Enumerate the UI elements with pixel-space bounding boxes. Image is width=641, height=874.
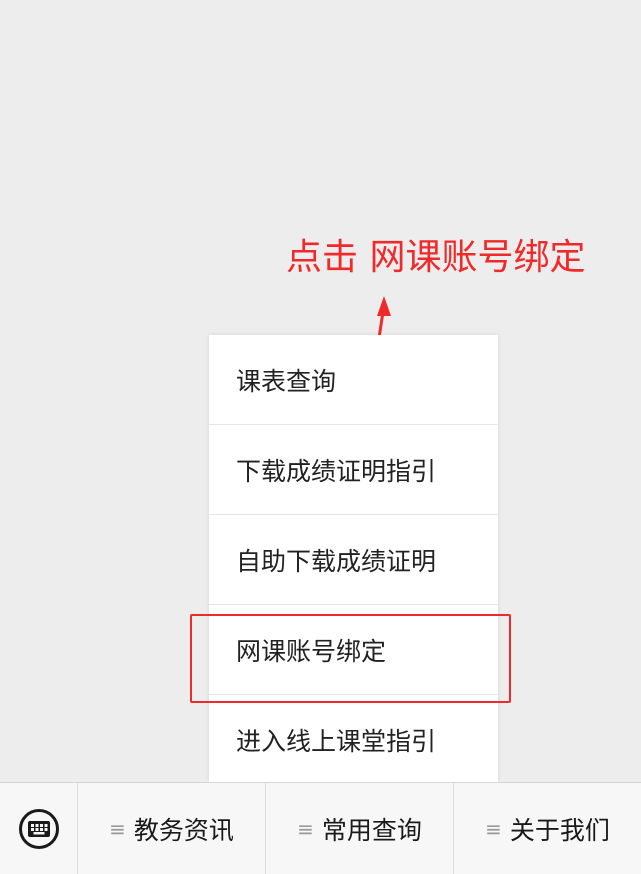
keyboard-toggle-button[interactable]	[0, 783, 78, 874]
submenu-popup: 课表查询 下载成绩证明指引 自助下载成绩证明 网课账号绑定 进入线上课堂指引	[209, 335, 498, 782]
bottom-menu-bar: ≡ 教务资讯 ≡ 常用查询 ≡ 关于我们	[0, 782, 641, 874]
tab-label: 教务资讯	[133, 815, 234, 845]
menu-lines-icon: ≡	[485, 816, 502, 841]
tab-label: 常用查询	[321, 815, 422, 845]
menu-item-transcript-guide[interactable]: 下载成绩证明指引	[209, 425, 498, 515]
menu-item-schedule-query[interactable]: 课表查询	[209, 335, 498, 425]
menu-item-transcript-download[interactable]: 自助下载成绩证明	[209, 515, 498, 605]
annotation-label: 点击 网课账号绑定	[286, 237, 586, 278]
menu-item-online-account-binding[interactable]: 网课账号绑定	[209, 605, 498, 695]
tab-common-query[interactable]: ≡ 常用查询	[265, 783, 453, 874]
tab-academic-news[interactable]: ≡ 教务资讯	[78, 783, 265, 874]
menu-lines-icon: ≡	[109, 816, 126, 841]
menu-lines-icon: ≡	[297, 816, 314, 841]
menu-item-online-class-guide[interactable]: 进入线上课堂指引	[209, 695, 498, 785]
keyboard-icon	[18, 808, 59, 849]
tab-about-us[interactable]: ≡ 关于我们	[453, 783, 641, 874]
tab-label: 关于我们	[509, 815, 610, 845]
